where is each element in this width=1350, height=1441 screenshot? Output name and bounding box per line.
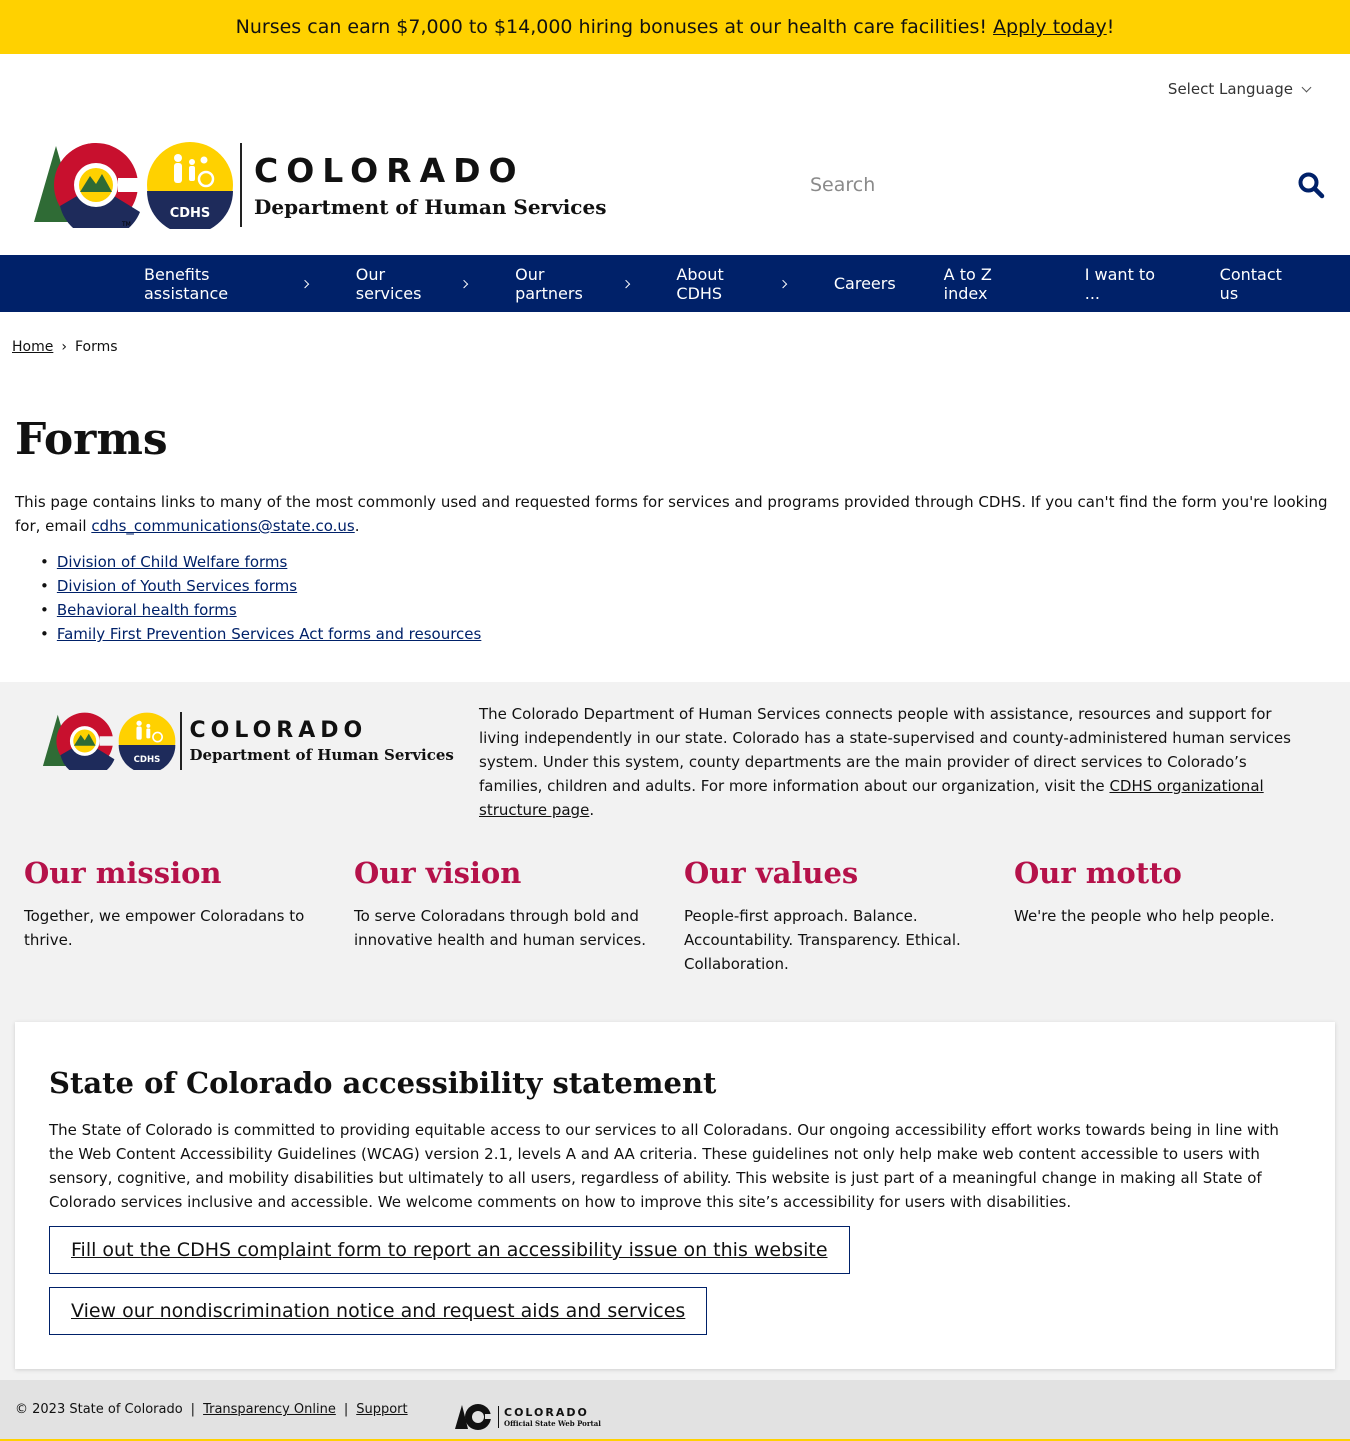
accessibility-statement: State of Colorado accessibility statemen… [15, 1022, 1335, 1369]
breadcrumb-home[interactable]: Home [12, 339, 53, 355]
separator: | [343, 1402, 349, 1417]
intro-end: . [354, 517, 360, 535]
portal-subtitle: Official State Web Portal [504, 1419, 601, 1428]
alert-suffix: ! [1106, 16, 1115, 38]
search-icon[interactable] [1297, 171, 1325, 199]
bottom-bar: © 2023 State of Colorado | Transparency … [0, 1380, 1350, 1441]
tm-mark: TM [121, 221, 131, 228]
forms-list: Division of Child Welfare forms Division… [40, 550, 481, 646]
list-item: Division of Youth Services forms [40, 574, 481, 598]
search-bar [810, 166, 1325, 204]
nav-item-contact[interactable]: Contact us [1220, 265, 1302, 303]
values-text: People-first approach. Balance. Accounta… [684, 907, 961, 973]
accessibility-title: State of Colorado accessibility statemen… [49, 1066, 717, 1100]
nav-label: Benefits assistance [144, 264, 229, 303]
nondiscrimination-button[interactable]: View our nondiscrimination notice and re… [49, 1287, 708, 1335]
nav-label: I want to ... [1084, 264, 1155, 303]
cdhs-badge-text: CDHS [134, 755, 161, 765]
chevron-right-icon [621, 279, 630, 288]
logo-divider [240, 143, 242, 227]
nav-label: Contact us [1219, 264, 1282, 303]
footer-about: The Colorado Department of Human Service… [479, 702, 1299, 822]
nav-item-i-want-to[interactable]: I want to ... [1085, 265, 1172, 303]
mission-column: Our mission Together, we empower Colorad… [24, 856, 324, 952]
accessibility-text: The State of Colorado is committed to pr… [49, 1121, 1279, 1211]
nav-label: A to Z index [943, 264, 992, 303]
vision-title: Our vision [354, 856, 522, 890]
brand-state: COLORADO [254, 151, 525, 190]
nav-label: About CDHS [676, 264, 724, 303]
separator: | [190, 1402, 196, 1417]
apply-today-link[interactable]: Apply today [993, 16, 1107, 38]
language-select[interactable]: Select Language [1167, 80, 1312, 98]
family-first-forms-link[interactable]: Family First Prevention Services Act for… [57, 625, 481, 643]
motto-title: Our motto [1014, 856, 1182, 890]
mission-title: Our mission [24, 856, 222, 890]
values-title: Our values [684, 856, 859, 890]
motto-text: We're the people who help people. [1014, 907, 1275, 925]
main-nav: Benefits assistance Our services Our par… [0, 255, 1350, 312]
support-link[interactable]: Support [356, 1402, 407, 1417]
cdhs-badge-icon: CDHS [118, 712, 176, 770]
portal-title: COLORADO [504, 1406, 589, 1419]
about-end: . [589, 801, 595, 819]
chevron-right-icon [300, 279, 310, 288]
state-portal-logo[interactable]: COLORADO Official State Web Portal [454, 1402, 601, 1432]
values-column: Our values People-first approach. Balanc… [684, 856, 984, 976]
nav-label: Our partners [515, 264, 583, 303]
co-logo [42, 712, 116, 770]
youth-services-forms-link[interactable]: Division of Youth Services forms [57, 577, 297, 595]
breadcrumb: Home › Forms [12, 339, 118, 355]
chevron-right-icon [778, 279, 788, 288]
footer-logo[interactable]: CDHS COLORADO Department of Human Servic… [40, 712, 454, 770]
nav-label: Careers [833, 274, 896, 293]
alert-text: Nurses can earn $7,000 to $14,000 hiring… [235, 16, 988, 38]
site-logo[interactable]: TM CDHS COLORADO Department of Human Ser… [30, 142, 607, 229]
nav-item-about[interactable]: About CDHS [676, 264, 788, 303]
language-label: Select Language [1167, 80, 1293, 98]
behavioral-health-forms-link[interactable]: Behavioral health forms [57, 601, 237, 619]
search-input[interactable] [810, 174, 1230, 196]
alert-banner: Nurses can earn $7,000 to $14,000 hiring… [0, 0, 1350, 54]
vision-text: To serve Coloradans through bold and inn… [354, 907, 646, 949]
brand-department: Department of Human Services [189, 746, 454, 764]
copyright: © 2023 State of Colorado [15, 1402, 183, 1417]
cdhs-badge-icon: CDHS [147, 142, 233, 229]
cdhs-badge-text: CDHS [170, 206, 211, 221]
nav-item-partners[interactable]: Our partners [515, 264, 630, 303]
email-link[interactable]: cdhs_communications@state.co.us [91, 517, 354, 535]
co-logo: TM [34, 143, 142, 228]
breadcrumb-current: Forms [74, 339, 118, 355]
list-item: Family First Prevention Services Act for… [40, 622, 481, 646]
child-welfare-forms-link[interactable]: Division of Child Welfare forms [57, 553, 287, 571]
nav-item-a-to-z[interactable]: A to Z index [944, 265, 1037, 303]
brand-department: Department of Human Services [254, 195, 607, 219]
transparency-online-link[interactable]: Transparency Online [203, 1402, 336, 1417]
nav-item-careers[interactable]: Careers [834, 274, 896, 293]
nav-item-services[interactable]: Our services [355, 264, 469, 303]
nav-item-benefits[interactable]: Benefits assistance [144, 264, 310, 303]
co-portal-icon [455, 1404, 492, 1430]
page-intro: This page contains links to many of the … [15, 490, 1340, 538]
page-title: Forms [15, 414, 168, 465]
list-item: Behavioral health forms [40, 598, 481, 622]
vision-column: Our vision To serve Coloradans through b… [354, 856, 654, 952]
complaint-form-button[interactable]: Fill out the CDHS complaint form to repo… [49, 1226, 850, 1274]
mission-text: Together, we empower Coloradans to thriv… [24, 907, 305, 949]
breadcrumb-separator: › [61, 339, 67, 355]
chevron-down-icon [1301, 82, 1312, 92]
logo-divider [180, 712, 182, 770]
chevron-right-icon [460, 279, 469, 288]
list-item: Division of Child Welfare forms [40, 550, 481, 574]
brand-state: COLORADO [189, 718, 368, 743]
motto-column: Our motto We're the people who help peop… [1014, 856, 1314, 928]
nav-label: Our services [355, 264, 422, 303]
